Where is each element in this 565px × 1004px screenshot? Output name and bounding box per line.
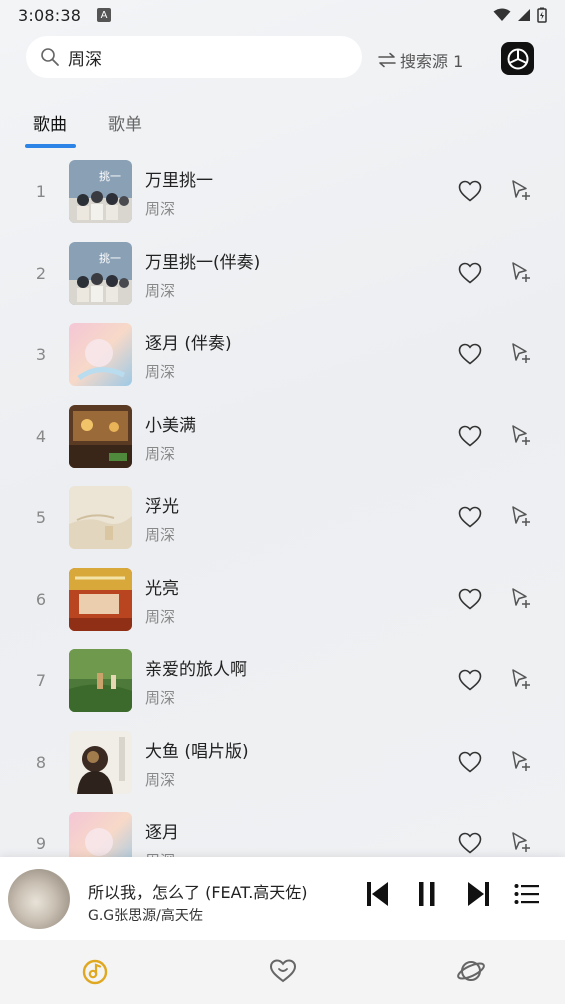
wifi-icon	[493, 8, 511, 21]
status-bar: 3:08:38 A	[0, 0, 565, 30]
album-cover	[69, 404, 132, 468]
list-item[interactable]: 6 光亮 周深	[0, 558, 565, 640]
add-to-queue-icon[interactable]	[510, 342, 532, 364]
song-artist: 周深	[145, 444, 176, 463]
add-to-queue-icon[interactable]	[510, 505, 532, 527]
now-playing-title: 所以我，怎么了 (FEAT.高天佐)	[88, 883, 308, 902]
add-to-queue-icon[interactable]	[510, 587, 532, 609]
song-title: 小美满	[145, 415, 196, 436]
list-item[interactable]: 1 挑一 万里挑一 周深	[0, 150, 565, 232]
song-artist: 周深	[145, 689, 176, 707]
song-artist: 周深	[145, 607, 176, 626]
album-cover: 挑一	[69, 241, 132, 305]
song-artist: 周深	[145, 281, 176, 300]
svg-text:挑一: 挑一	[99, 251, 121, 265]
top-bar: 周深 搜索源 1	[0, 36, 565, 80]
song-title: 浮光	[145, 497, 179, 517]
add-to-queue-icon[interactable]	[510, 668, 532, 690]
song-index: 2	[35, 263, 47, 283]
list-item[interactable]: 4 小美满 周深	[0, 395, 565, 477]
tab-indicator	[25, 144, 76, 148]
bottom-nav	[0, 940, 565, 1004]
song-title: 万里挑一	[145, 171, 213, 191]
result-tabs: 歌曲 歌单	[0, 106, 565, 150]
album-cover: 挑一	[69, 160, 132, 223]
app-logo-icon	[507, 48, 528, 69]
heart-icon[interactable]	[458, 751, 482, 773]
playlist-queue-icon[interactable]	[514, 883, 540, 905]
album-cover	[69, 567, 132, 631]
previous-icon[interactable]	[366, 881, 390, 907]
list-item[interactable]: 2 挑一 万里挑一(伴奏) 周深	[0, 232, 565, 314]
song-index: 1	[35, 182, 47, 201]
search-icon	[41, 48, 59, 66]
song-index: 4	[35, 426, 47, 446]
list-item[interactable]: 3 逐月 (伴奏) 周深	[0, 313, 565, 395]
add-to-queue-icon[interactable]	[510, 424, 532, 446]
add-to-queue-icon[interactable]	[510, 831, 532, 853]
status-icons	[493, 7, 547, 23]
list-item[interactable]: 5 浮光 周深	[0, 476, 565, 558]
next-icon[interactable]	[466, 881, 490, 907]
heart-icon[interactable]	[458, 669, 482, 691]
search-query: 周深	[68, 49, 102, 70]
album-cover	[69, 649, 132, 712]
tab-songs[interactable]: 歌曲	[33, 110, 67, 135]
heart-icon[interactable]	[458, 832, 482, 854]
album-cover	[69, 730, 132, 794]
song-title: 光亮	[145, 578, 179, 599]
song-artist: 周深	[145, 526, 176, 544]
a-icon: A	[97, 8, 112, 22]
song-artist: 周深	[145, 200, 176, 218]
song-title: 万里挑一(伴奏)	[145, 252, 261, 273]
planet-icon[interactable]	[456, 956, 486, 986]
add-to-queue-icon[interactable]	[510, 261, 532, 283]
heart-icon[interactable]	[458, 343, 482, 365]
now-playing-bar[interactable]: 所以我，怎么了 (FEAT.高天佐) G.G张思源/高天佐	[0, 857, 565, 940]
song-index: 8	[35, 752, 47, 772]
heart-icon[interactable]	[458, 180, 482, 202]
now-playing-cover[interactable]	[8, 869, 70, 929]
app-logo-button[interactable]	[501, 42, 534, 75]
song-index: 7	[35, 671, 47, 690]
song-index: 3	[35, 345, 47, 364]
heart-icon[interactable]	[458, 506, 482, 528]
song-index: 6	[35, 589, 47, 609]
song-artist: 周深	[145, 363, 176, 381]
song-list: 1 挑一 万里挑一 周深 2 挑一 万里挑一(伴奏) 周深 3 逐月 (伴奏) …	[0, 150, 565, 884]
music-disc-icon[interactable]	[80, 956, 110, 986]
album-cover	[69, 486, 132, 549]
song-title: 逐月	[145, 823, 179, 843]
song-title: 大鱼 (唱片版)	[145, 741, 249, 762]
add-to-queue-icon[interactable]	[510, 750, 532, 772]
search-input[interactable]: 周深	[26, 36, 362, 78]
song-artist: 周深	[145, 770, 176, 789]
tab-playlists[interactable]: 歌单	[108, 110, 142, 135]
list-item[interactable]: 8 大鱼 (唱片版) 周深	[0, 721, 565, 803]
heart-icon[interactable]	[458, 425, 482, 447]
heart-icon[interactable]	[458, 262, 482, 284]
source-switch-button[interactable]: 搜索源 1	[378, 48, 463, 72]
list-item[interactable]: 7 亲爱的旅人啊 周深	[0, 639, 565, 721]
song-index: 9	[35, 834, 47, 853]
song-title: 逐月 (伴奏)	[145, 334, 232, 354]
heart-icon[interactable]	[268, 956, 298, 986]
status-time: 3:08:38	[18, 5, 82, 25]
pause-icon[interactable]	[417, 881, 437, 907]
svg-text:挑一: 挑一	[99, 169, 121, 183]
song-title: 亲爱的旅人啊	[145, 660, 247, 680]
song-index: 5	[35, 508, 47, 527]
battery-charging-icon	[537, 7, 547, 23]
signal-icon	[518, 9, 530, 21]
add-to-queue-icon[interactable]	[510, 179, 532, 201]
album-cover	[69, 323, 132, 386]
swap-icon	[378, 52, 396, 68]
heart-icon[interactable]	[458, 588, 482, 610]
now-playing-artist: G.G张思源/高天佐	[88, 908, 203, 924]
source-switch-label: 搜索源 1	[400, 52, 464, 71]
